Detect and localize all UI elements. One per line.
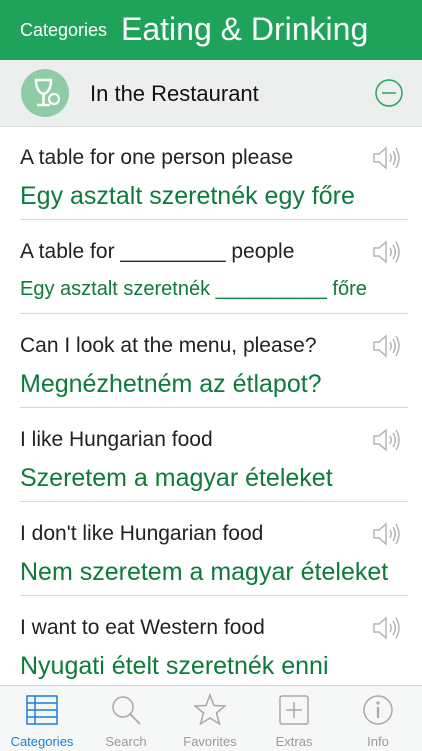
phrase-row[interactable]: A table for _________ people Egy asztalt… xyxy=(0,220,422,314)
tab-label: Search xyxy=(105,734,147,749)
phrase-english: A table for _________ people xyxy=(20,240,295,263)
categories-back-button[interactable]: Categories xyxy=(20,20,107,41)
page-title: Eating & Drinking xyxy=(121,11,369,47)
collapse-minus-icon[interactable] xyxy=(374,78,404,108)
tab-search[interactable]: Search xyxy=(84,686,168,751)
phrase-row[interactable]: Can I look at the menu, please? Megnézhe… xyxy=(0,314,422,408)
phrase-row[interactable]: I want to eat Western food Nyugati ételt… xyxy=(0,596,422,685)
tab-bar: Categories Search Favorites Extras Info xyxy=(0,685,422,751)
speaker-icon[interactable] xyxy=(371,332,401,360)
tab-favorites[interactable]: Favorites xyxy=(168,686,252,751)
speaker-icon[interactable] xyxy=(371,614,401,642)
speaker-icon[interactable] xyxy=(371,426,401,454)
phrase-english: I like Hungarian food xyxy=(20,428,213,451)
phrase-list: A table for one person please Egy asztal… xyxy=(0,126,422,685)
tab-extras[interactable]: Extras xyxy=(252,686,336,751)
phrase-hungarian: Nyugati ételt szeretnék enni xyxy=(20,652,329,680)
phrase-hungarian: Nem szeretem a magyar ételeket xyxy=(20,558,389,586)
search-icon xyxy=(112,696,141,725)
speaker-icon[interactable] xyxy=(371,520,401,548)
section-title: In the Restaurant xyxy=(90,81,259,106)
phrase-english: I don't like Hungarian food xyxy=(20,522,264,545)
phrase-hungarian: Egy asztalt szeretnék egy főre xyxy=(20,182,355,210)
nav-header: Categories Eating & Drinking xyxy=(0,0,422,60)
phrase-english: I want to eat Western food xyxy=(20,616,265,639)
tab-info[interactable]: Info xyxy=(336,686,420,751)
info-icon xyxy=(363,695,393,725)
tab-label: Favorites xyxy=(183,734,237,749)
phrase-english: Can I look at the menu, please? xyxy=(20,334,317,357)
wine-glass-icon xyxy=(21,69,69,117)
phrase-hungarian: Megnézhetném az étlapot? xyxy=(20,370,322,398)
tab-label: Info xyxy=(367,734,389,749)
phrase-row[interactable]: I don't like Hungarian food Nem szeretem… xyxy=(0,502,422,596)
phrase-row[interactable]: I like Hungarian food Szeretem a magyar … xyxy=(0,408,422,502)
section-header: In the Restaurant xyxy=(0,60,422,127)
tab-categories[interactable]: Categories xyxy=(0,686,84,751)
phrase-row[interactable]: A table for one person please Egy asztal… xyxy=(0,126,422,220)
phrase-english: A table for one person please xyxy=(20,146,294,169)
speaker-icon[interactable] xyxy=(371,144,401,172)
list-icon xyxy=(26,695,58,725)
phrase-hungarian: Szeretem a magyar ételeket xyxy=(20,464,333,492)
phrase-hungarian: Egy asztalt szeretnék __________ főre xyxy=(20,278,367,300)
speaker-icon[interactable] xyxy=(371,238,401,266)
plus-square-icon xyxy=(279,695,309,725)
tab-label: Categories xyxy=(10,734,74,749)
tab-label: Extras xyxy=(275,734,313,749)
star-icon xyxy=(194,693,226,726)
